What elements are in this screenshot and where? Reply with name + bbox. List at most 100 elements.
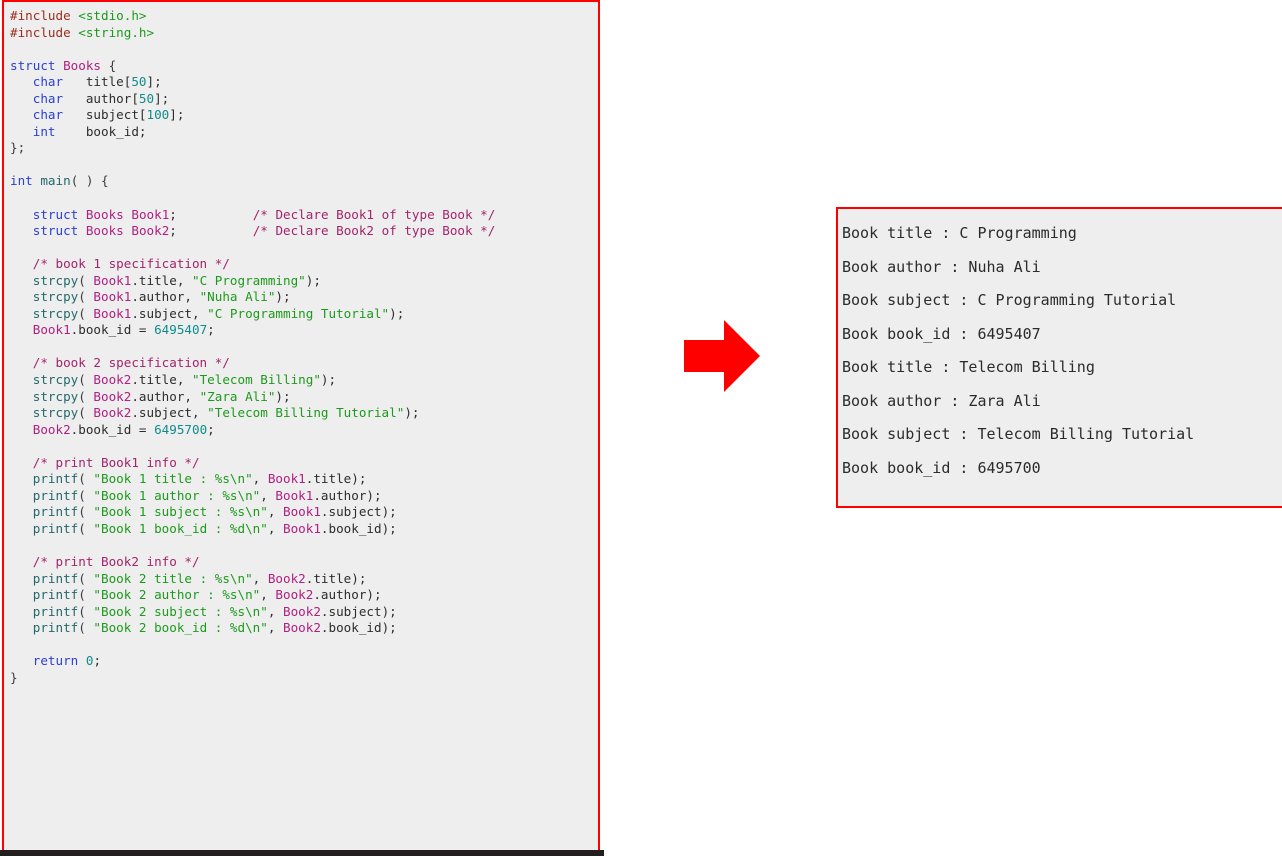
code-token-str: "Nuha Ali"	[199, 289, 276, 305]
code-token-punc: (	[78, 388, 94, 404]
code-token-id: ];	[154, 90, 170, 106]
code-token-id	[10, 620, 33, 635]
right-arrow-icon	[684, 320, 760, 392]
code-line: char subject[100];	[10, 107, 598, 124]
code-line: return 0;	[10, 653, 598, 670]
code-token-hdr: <stdio.h>	[78, 8, 147, 23]
code-token-id	[10, 405, 33, 420]
code-token-punc: (	[78, 372, 94, 388]
code-token-id: .author);	[313, 487, 382, 503]
code-token-id	[10, 256, 33, 271]
code-token-type: Book1	[282, 520, 321, 536]
code-token-type: Book1	[275, 487, 314, 503]
code-token-punc: (	[78, 603, 94, 619]
code-token-id: ;	[169, 206, 177, 222]
code-line: char author[50];	[10, 91, 598, 108]
code-token-punc: (	[78, 305, 94, 321]
code-token-id	[10, 504, 33, 519]
code-token-id	[10, 521, 33, 536]
code-token-id: ;	[207, 322, 215, 338]
code-token-id	[10, 289, 33, 304]
code-token-id: .subject);	[320, 504, 397, 520]
output-line: Book title : C Programming	[842, 224, 1077, 242]
code-token-id: );	[305, 272, 321, 288]
output-line: Book author : Nuha Ali	[842, 257, 1041, 276]
code-token-id	[10, 74, 33, 89]
code-token-id	[10, 355, 33, 370]
code-token-type: Book1	[93, 305, 132, 321]
code-line: #include <string.h>	[10, 25, 598, 42]
code-token-id	[78, 207, 86, 222]
code-line: /* print Book2 info */	[10, 554, 598, 571]
code-token-id: title[	[63, 74, 132, 90]
code-token-id: );	[320, 372, 337, 388]
code-token-id: .title,	[131, 272, 193, 288]
code-token-str: "Book 2 subject : %s\n"	[93, 603, 268, 619]
code-line: int book_id;	[10, 124, 598, 141]
code-line: strcpy( Book1.title, "C Programming");	[10, 273, 598, 290]
code-token-id: .book_id);	[320, 520, 397, 536]
code-token-hdr: <string.h>	[78, 24, 155, 40]
code-token-type: Book1	[93, 289, 132, 305]
code-token-id	[10, 223, 33, 238]
code-token-id: .subject,	[131, 305, 208, 321]
code-token-id	[10, 471, 33, 486]
code-token-type: Book2	[93, 372, 132, 388]
code-line: /* book 2 specification */	[10, 355, 598, 372]
code-token-fn: printf	[32, 520, 79, 536]
code-token-id: .title);	[305, 471, 367, 487]
code-token-id	[177, 223, 253, 238]
code-token-id: .book_id);	[320, 620, 397, 636]
code-token-fn: printf	[32, 620, 79, 636]
code-token-id: ;	[207, 421, 215, 437]
code-token-punc: ( ) {	[70, 173, 109, 189]
code-token-fn: printf	[32, 471, 79, 487]
code-token-str: "C Programming Tutorial"	[207, 305, 390, 321]
code-token-id: ;	[93, 653, 102, 669]
code-token-id: ,	[260, 487, 276, 503]
code-token-punc: (	[78, 570, 94, 586]
code-token-type: Book2	[32, 421, 71, 437]
code-token-id: ,	[260, 587, 276, 603]
code-token-id: .title);	[305, 570, 367, 586]
code-token-id	[10, 554, 33, 569]
code-token-id: ];	[146, 74, 162, 90]
code-line: int main( ) {	[10, 173, 598, 190]
code-token-type: Book1	[32, 322, 71, 338]
code-token-type: Book1	[93, 272, 132, 288]
code-token-punc: (	[78, 405, 94, 421]
code-line: strcpy( Book1.subject, "C Programming Tu…	[10, 306, 598, 323]
arrow-shape	[684, 320, 760, 392]
code-token-type: Book1	[267, 471, 306, 487]
code-token-type: Book1	[282, 504, 321, 520]
code-token-id	[10, 107, 33, 122]
code-token-punc: (	[78, 272, 94, 288]
code-token-id: .subject,	[131, 405, 208, 421]
code-token-punc: (	[78, 520, 94, 536]
code-token-str: "Telecom Billing"	[192, 372, 321, 388]
code-token-id: .author);	[313, 587, 382, 603]
code-token-cmt: /* Declare Book2 of type Book */	[252, 223, 496, 239]
code-line: strcpy( Book2.subject, "Telecom Billing …	[10, 405, 598, 422]
code-token-type: Book1	[131, 206, 170, 222]
code-line: Book1.book_id = 6495407;	[10, 322, 598, 339]
code-token-kw: struct	[32, 223, 79, 239]
code-line: }	[10, 670, 598, 687]
code-token-id: ,	[252, 570, 268, 586]
code-line: struct Books Book2; /* Declare Book2 of …	[10, 223, 598, 240]
code-token-punc: {	[101, 57, 117, 73]
code-token-str: "Book 1 title : %s\n"	[93, 471, 253, 487]
code-token-type: Book2	[275, 587, 314, 603]
code-token-type: Book2	[282, 603, 321, 619]
code-line: };	[10, 140, 598, 157]
code-token-id	[10, 306, 33, 321]
code-token-kw: int	[10, 173, 33, 189]
code-token-fn: strcpy	[32, 305, 79, 321]
code-line: struct Books {	[10, 58, 598, 75]
code-token-kw: int	[32, 123, 56, 139]
code-token-id: .title,	[131, 372, 193, 388]
code-line: printf( "Book 1 title : %s\n", Book1.tit…	[10, 471, 598, 488]
